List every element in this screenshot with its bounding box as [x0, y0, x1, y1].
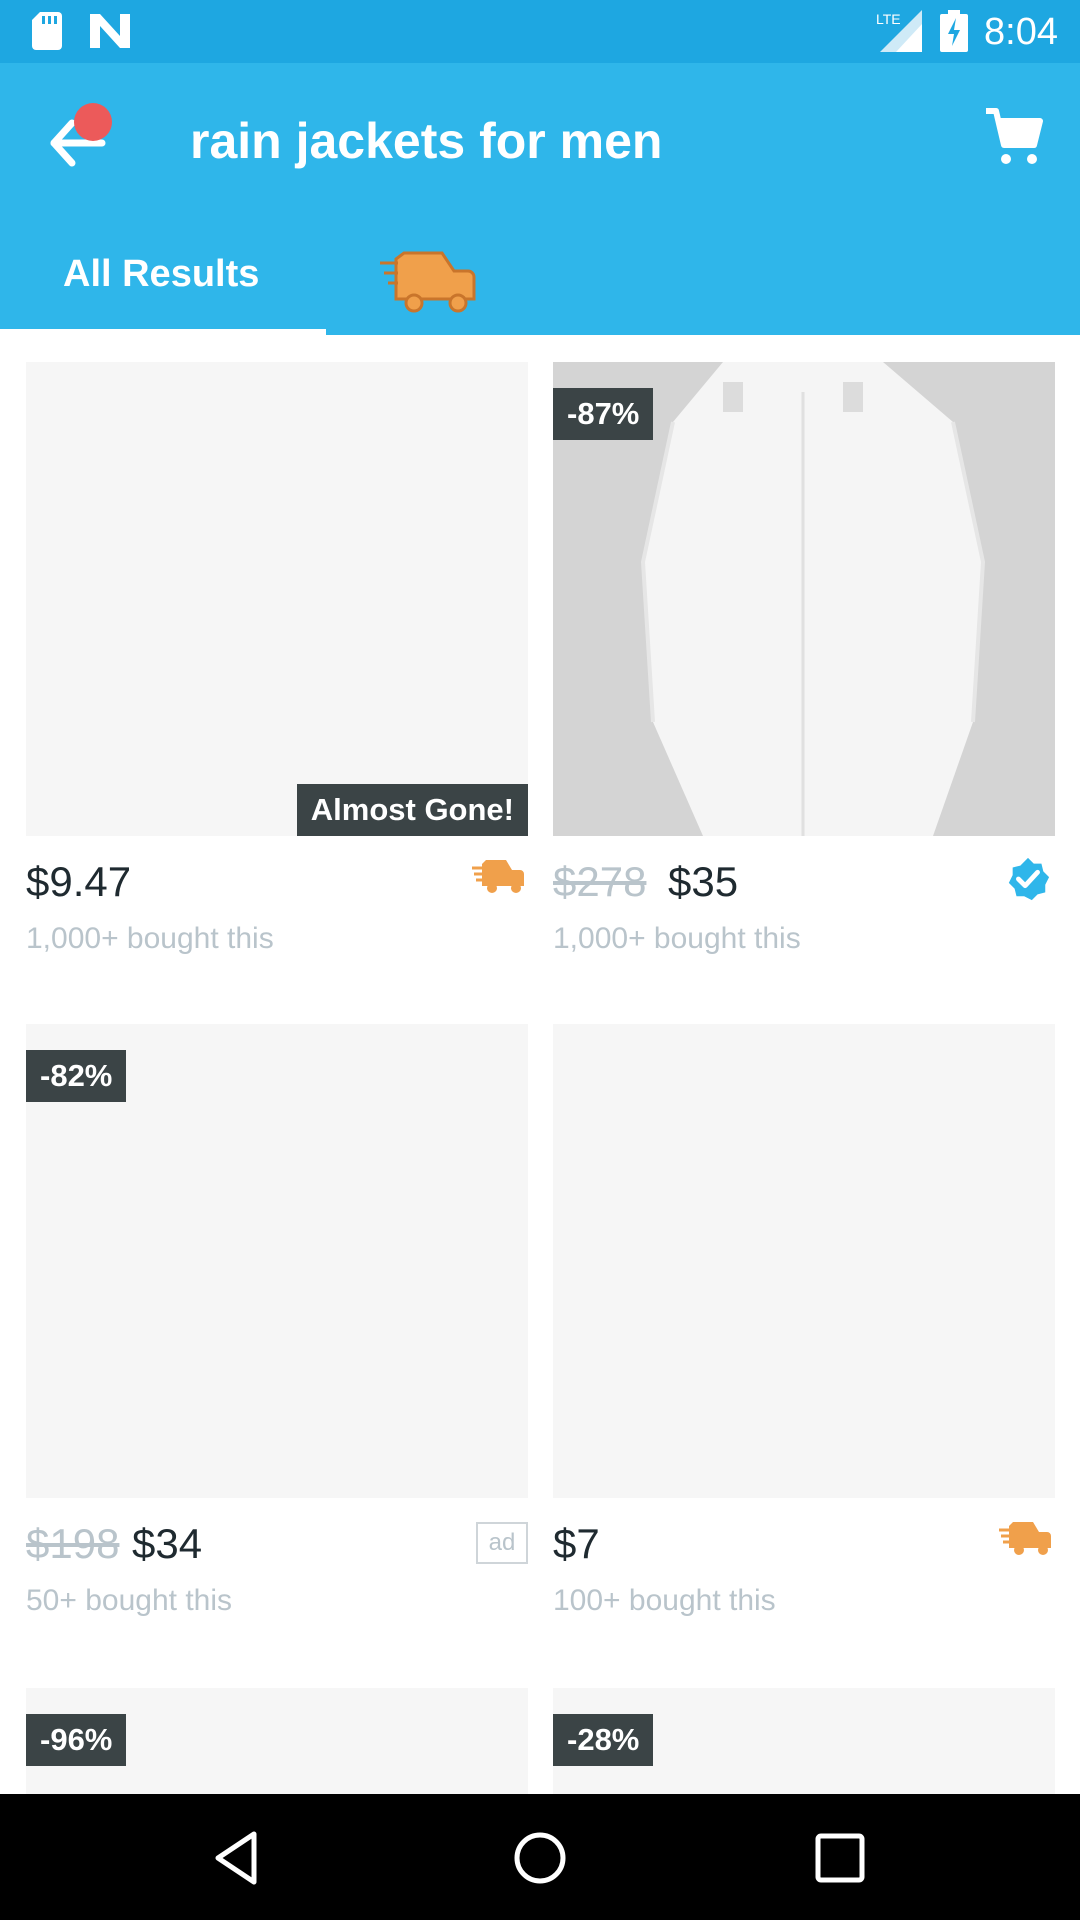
- discount-badge: -82%: [26, 1050, 127, 1102]
- sd-card-icon: [32, 12, 62, 50]
- n-notification-icon: [90, 14, 130, 48]
- bought-count: 50+ bought this: [26, 1584, 233, 1617]
- search-query-title[interactable]: rain jackets for men: [190, 107, 662, 175]
- product-image[interactable]: -82%: [26, 1024, 528, 1498]
- bought-count: 100+ bought this: [553, 1584, 776, 1617]
- app-bar: rain jackets for men All Results: [0, 63, 1080, 335]
- product-image[interactable]: -28%: [553, 1688, 1055, 1794]
- product-card[interactable]: -28%: [553, 1688, 1055, 1794]
- product-card[interactable]: $7 100+ bought this: [553, 1024, 1055, 1628]
- price-row: $7: [553, 1498, 1055, 1594]
- product-image[interactable]: [553, 1024, 1055, 1498]
- discount-badge: -87%: [553, 388, 654, 440]
- lte-signal-icon: LTE: [876, 10, 922, 52]
- product-card[interactable]: Almost Gone! $9.47 1,000+ bought this: [26, 362, 528, 966]
- almost-gone-tag: Almost Gone!: [296, 784, 528, 836]
- bought-count: 1,000+ bought this: [26, 922, 274, 955]
- product-price: $7: [553, 1520, 600, 1567]
- tab-indicator: [0, 329, 326, 335]
- price-row: $278 $35: [553, 836, 1055, 932]
- nav-back-icon[interactable]: [210, 1828, 270, 1888]
- price-row: $198 $34 ad: [26, 1498, 528, 1594]
- fast-shipping-icon[interactable]: [380, 243, 480, 323]
- bought-count: 1,000+ bought this: [553, 922, 801, 955]
- cart-icon[interactable]: [984, 107, 1044, 167]
- discount-badge: -96%: [26, 1714, 127, 1766]
- price-row: $9.47: [26, 836, 528, 932]
- product-price: $9.47: [26, 858, 132, 905]
- system-navigation-bar: [0, 1794, 1080, 1920]
- product-image[interactable]: -96%: [26, 1688, 528, 1794]
- product-price: $35: [668, 858, 739, 905]
- discount-badge: -28%: [553, 1714, 654, 1766]
- status-bar: LTE 8:04: [0, 0, 1080, 63]
- product-image[interactable]: Almost Gone!: [26, 362, 528, 836]
- battery-charging-icon: [940, 10, 968, 52]
- product-card[interactable]: -96%: [26, 1688, 528, 1794]
- original-price: $198: [26, 1520, 120, 1567]
- truck-icon: [999, 1522, 1051, 1555]
- tab-label: All Results: [63, 253, 260, 295]
- svg-text:LTE: LTE: [876, 11, 901, 27]
- product-card[interactable]: -87% $278 $35 1,000+ bought this: [553, 362, 1055, 966]
- status-time: 8:04: [984, 11, 1058, 53]
- verified-check-icon: [1008, 857, 1050, 901]
- tab-all-results[interactable]: All Results: [0, 223, 326, 335]
- ad-badge: ad: [476, 1522, 528, 1564]
- nav-recents-icon[interactable]: [810, 1828, 870, 1888]
- product-image[interactable]: -87%: [553, 362, 1055, 836]
- original-price: $278: [553, 858, 647, 905]
- product-price: $34: [132, 1520, 203, 1567]
- product-card[interactable]: -82% $198 $34 ad 50+ bought this: [26, 1024, 528, 1628]
- nav-home-icon[interactable]: [510, 1828, 570, 1888]
- notification-dot: [74, 103, 112, 141]
- truck-icon: [472, 860, 524, 893]
